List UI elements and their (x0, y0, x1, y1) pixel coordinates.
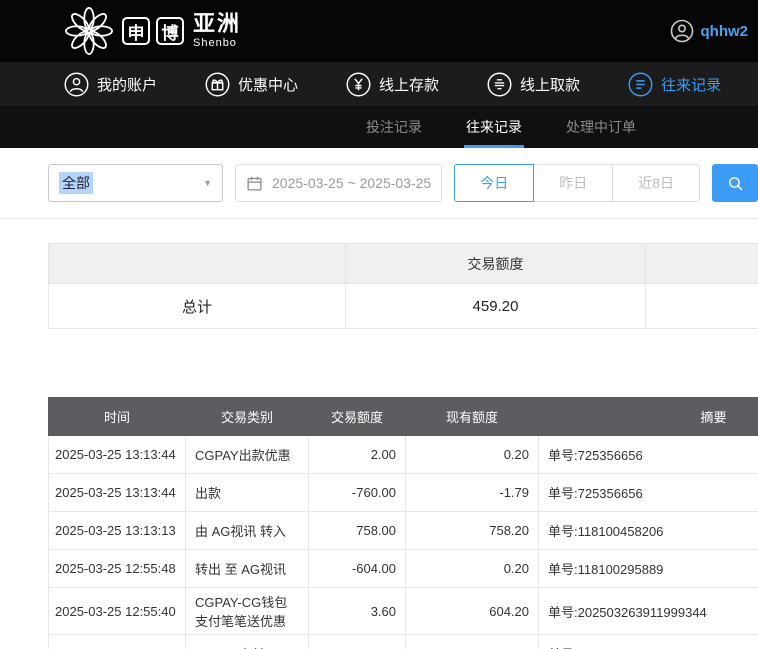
username[interactable]: qhhw2 (701, 23, 749, 40)
gift-icon (205, 72, 230, 96)
cell-amount: 758.00 (308, 511, 406, 550)
transactions-header-row: 时间 交易类别 交易额度 现有额度 摘要 (48, 397, 758, 436)
transactions-table: 时间 交易类别 交易额度 现有额度 摘要 2025-03-25 13:13:44… (48, 397, 758, 649)
nav-item-label: 优惠中心 (238, 76, 299, 94)
tab-processing-orders[interactable]: 处理中订单 (566, 106, 636, 148)
account-area[interactable]: qhhw2 (670, 19, 749, 43)
transactions-body: 2025-03-25 13:13:44 CGPAY出款优惠 2.00 0.20 … (48, 435, 758, 649)
cell-amount: 600.00 (308, 634, 406, 649)
cell-time: 2025-03-25 12:55:40 (48, 587, 186, 635)
table-row: 2025-03-25 13:13:13 由 AG视讯 转入 758.00 758… (48, 511, 758, 550)
cell-summary: 单号:118100295889 (538, 549, 758, 588)
date-range-value: 2025-03-25 ~ 2025-03-25 (272, 175, 432, 191)
summary-header-amount: 交易额度 (345, 243, 646, 284)
cell-amount: 3.60 (308, 587, 406, 635)
cell-balance: 758.20 (405, 511, 539, 550)
table-row: 2025-03-25 12:55:40 CGPAY支付 600.00 600.6… (48, 634, 758, 649)
brand-name-en: Shenbo (193, 37, 237, 49)
transaction-type-select[interactable]: 全部 ▼ (48, 164, 224, 202)
cell-summary: 单号:725356656 (538, 435, 758, 474)
nav-item-label: 线上存款 (379, 76, 440, 94)
cell-balance: 604.20 (405, 587, 539, 635)
cell-summary: 单号:725356656 (538, 473, 758, 512)
cell-summary: 单号:118100458206 (538, 511, 758, 550)
cell-time: 2025-03-25 12:55:40 (48, 634, 186, 649)
today-button[interactable]: 今日 (454, 164, 535, 202)
quick-date-buttons: 今日 昨日 近8日 (454, 164, 700, 202)
nav-item-my-account[interactable]: 我的账户 (64, 72, 157, 97)
filter-bar: 全部 ▼ 2025-03-25 ~ 2025-03-25 今日 昨日 近8日 (0, 148, 758, 219)
cell-balance: -1.79 (405, 473, 539, 512)
select-value: 全部 (59, 172, 93, 194)
withdraw-icon (487, 72, 512, 96)
cell-balance: 600.60 (405, 634, 539, 649)
summary-total-row: 总计 459.20 (48, 283, 758, 329)
brand-char-shen: 申 (122, 17, 150, 45)
cell-type: CGPAY-CG钱包支付笔笔送优惠 (185, 587, 309, 635)
calendar-icon (247, 176, 262, 191)
tab-label: 投注记录 (366, 119, 422, 135)
tab-label: 处理中订单 (566, 119, 636, 135)
tab-betting-records[interactable]: 投注记录 (366, 106, 422, 148)
cell-type: CGPAY出款优惠 (185, 435, 309, 474)
col-header-time: 时间 (48, 397, 186, 436)
user-avatar-icon (670, 19, 693, 43)
summary-total-label: 总计 (48, 283, 346, 329)
cell-time: 2025-03-25 13:13:44 (48, 435, 186, 474)
top-header: 申 博 亚洲 Shenbo qhhw2 (0, 0, 758, 62)
cell-type: 出款 (185, 473, 309, 512)
cell-time: 2025-03-25 12:55:48 (48, 549, 186, 588)
yesterday-button[interactable]: 昨日 (533, 164, 614, 202)
summary-header-cutoff (645, 243, 758, 284)
nav-item-label: 我的账户 (97, 76, 158, 94)
col-header-summary: 摘要 (538, 397, 758, 436)
cell-time: 2025-03-25 13:13:13 (48, 511, 186, 550)
cell-balance: 0.20 (405, 549, 539, 588)
main-nav: 我的账户 优惠中心 线上存款 线上取款 往来记录 (0, 62, 758, 106)
cell-summary: 单号:202503263911999344 (538, 587, 758, 635)
brand-logo[interactable]: 申 博 亚洲 Shenbo (62, 4, 241, 58)
chevron-down-icon: ▼ (203, 178, 213, 188)
summary-header-row: 交易额度 (48, 243, 758, 284)
cell-type: 由 AG视讯 转入 (185, 511, 309, 550)
table-row: 2025-03-25 13:13:44 CGPAY出款优惠 2.00 0.20 … (48, 435, 758, 474)
search-button[interactable] (712, 164, 758, 202)
summary-total-cutoff (645, 283, 758, 329)
table-row: 2025-03-25 12:55:48 转出 至 AG视讯 -604.00 0.… (48, 549, 758, 588)
col-header-amount: 交易额度 (308, 397, 406, 436)
cell-summary: 单号:202503263911999344 (538, 634, 758, 649)
summary-total-value: 459.20 (345, 283, 646, 329)
nav-item-label: 往来记录 (661, 76, 722, 94)
col-header-balance: 现有额度 (405, 397, 539, 436)
cell-amount: -604.00 (308, 549, 406, 588)
nav-item-promotions[interactable]: 优惠中心 (205, 72, 298, 97)
records-icon (628, 72, 653, 96)
nav-item-deposit[interactable]: 线上存款 (346, 72, 439, 97)
cell-amount: -760.00 (308, 473, 406, 512)
nav-item-records[interactable]: 往来记录 (628, 72, 721, 97)
summary-table: 交易额度 总计 459.20 (48, 243, 758, 329)
search-icon (728, 176, 742, 190)
brand-char-bo: 博 (156, 17, 184, 45)
table-row: 2025-03-25 13:13:44 出款 -760.00 -1.79 单号:… (48, 473, 758, 512)
col-header-type: 交易类别 (185, 397, 309, 436)
last-8-days-button[interactable]: 近8日 (612, 164, 700, 202)
tab-transaction-records[interactable]: 往来记录 (464, 106, 524, 148)
cell-balance: 0.20 (405, 435, 539, 474)
date-range-input[interactable]: 2025-03-25 ~ 2025-03-25 (235, 164, 443, 202)
nav-item-withdraw[interactable]: 线上取款 (487, 72, 580, 97)
table-row: 2025-03-25 12:55:40 CGPAY-CG钱包支付笔笔送优惠 3.… (48, 587, 758, 635)
cell-type: 转出 至 AG视讯 (185, 549, 309, 588)
cell-type: CGPAY支付 (185, 634, 309, 649)
user-icon (64, 72, 89, 96)
tab-label: 往来记录 (466, 119, 522, 135)
flower-logo-icon (65, 7, 113, 55)
deposit-icon (346, 72, 371, 96)
cell-amount: 2.00 (308, 435, 406, 474)
sub-nav: 投注记录 往来记录 处理中订单 (0, 106, 758, 148)
nav-item-label: 线上取款 (520, 76, 581, 94)
cell-time: 2025-03-25 13:13:44 (48, 473, 186, 512)
summary-header-empty (48, 243, 346, 284)
brand-name-cn: 亚洲 (193, 11, 242, 36)
